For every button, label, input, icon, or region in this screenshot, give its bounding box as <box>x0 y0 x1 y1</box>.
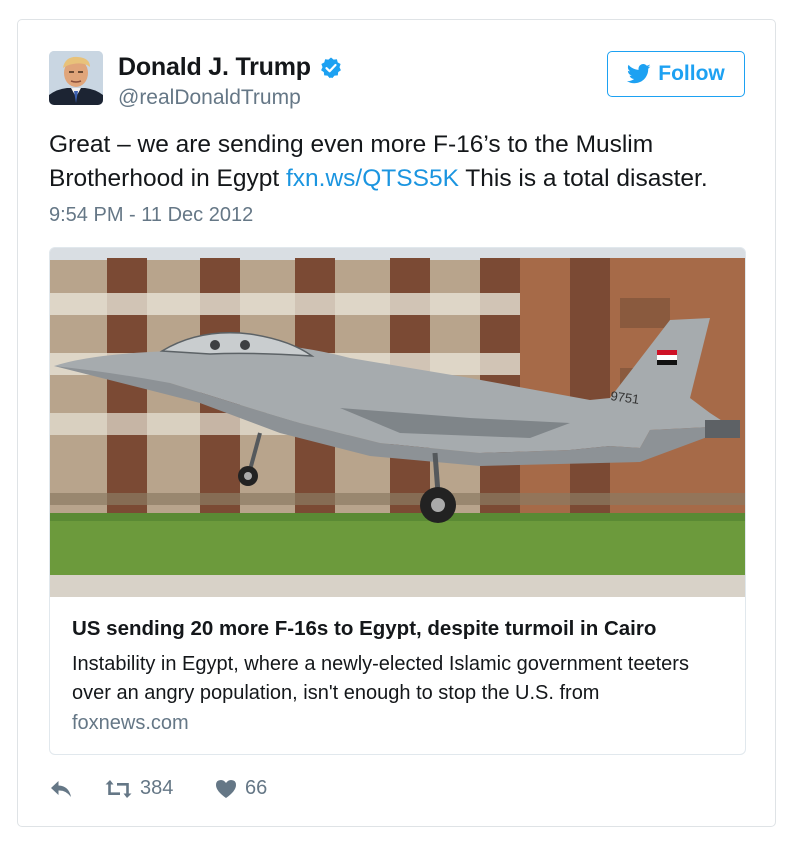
like-count: 66 <box>245 777 268 799</box>
author-name[interactable]: Donald J. Trump <box>118 53 311 82</box>
like-button[interactable]: 66 <box>215 777 267 800</box>
tweet-link[interactable]: fxn.ws/QTSS5K <box>286 165 459 192</box>
tweet-timestamp[interactable]: 9:54 PM - 11 Dec 2012 <box>49 204 253 227</box>
card-title[interactable]: US sending 20 more F-16s to Egypt, despi… <box>72 617 656 641</box>
tweet-text: Great – we are sending even more F-16’s … <box>49 128 739 196</box>
author-handle[interactable]: @realDonaldTrump <box>118 86 301 110</box>
avatar-image <box>49 51 103 105</box>
follow-label: Follow <box>658 62 725 85</box>
verified-badge-icon <box>320 57 341 78</box>
card-description: Instability in Egypt, where a newly-elec… <box>72 653 689 704</box>
tweet-actions: 384 66 <box>49 777 267 800</box>
retweet-icon <box>105 779 132 798</box>
heart-icon <box>216 779 236 798</box>
link-card[interactable]: 9751 US sending 20 more F-16s to Egypt, … <box>49 247 746 755</box>
card-domain: foxnews.com <box>72 712 189 734</box>
card-image[interactable]: 9751 <box>50 248 745 597</box>
tweet-card: Donald J. Trump @realDonaldTrump Follow … <box>17 19 776 827</box>
author-name-row[interactable]: Donald J. Trump <box>118 53 343 82</box>
retweet-count: 384 <box>140 777 174 799</box>
tweet-text-part-2: This is a total disaster. <box>458 165 708 192</box>
retweet-button[interactable]: 384 <box>105 777 215 800</box>
reply-button[interactable] <box>49 779 105 799</box>
avatar[interactable] <box>49 51 103 105</box>
twitter-bird-icon <box>627 64 651 84</box>
reply-icon <box>51 780 71 797</box>
follow-button[interactable]: Follow <box>607 51 745 97</box>
